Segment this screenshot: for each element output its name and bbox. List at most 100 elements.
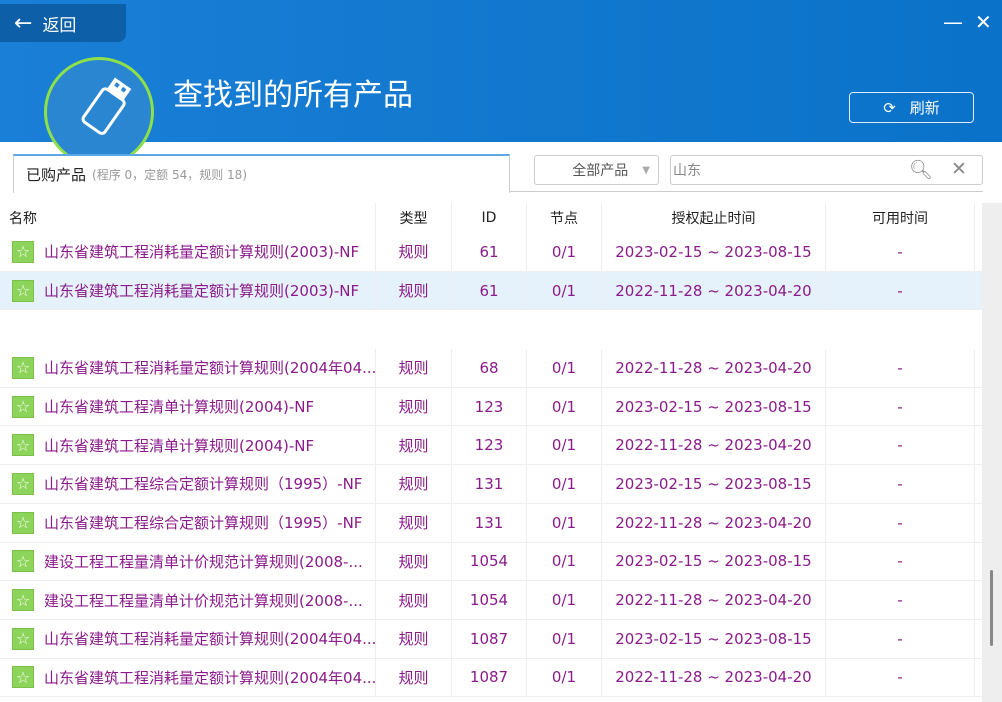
cell-period: 2022-11-28 ~ 2023-04-20 — [602, 426, 826, 465]
star-icon[interactable]: ☆ — [12, 589, 34, 612]
scrollbar[interactable] — [982, 203, 1002, 702]
cell-type: 规则 — [376, 271, 452, 310]
table-row[interactable]: ☆ 山东省建筑工程消耗量定额计算规则(2003)-NF 规则 61 0/1 202… — [0, 233, 982, 272]
back-button[interactable]: ← 返回 — [0, 4, 126, 42]
cell-available: - — [826, 581, 975, 619]
cell-name: ☆ 山东省建筑工程消耗量定额计算规则(2003)-NF — [0, 271, 376, 310]
table-row[interactable]: ☆ 建设工程工程量清单计价规范计算规则(2008-... 规则 1054 0/1 … — [0, 581, 982, 620]
cell-name: ☆ 山东省建筑工程清单计算规则(2004)-NF — [0, 426, 376, 465]
cell-node: 0/1 — [527, 387, 602, 426]
table-row[interactable]: ☆ 山东省建筑工程综合定额计算规则（1995）-NF 规则 131 0/1 202… — [0, 465, 982, 504]
search-icon[interactable]: 🔍︎ — [909, 158, 933, 181]
cell-id: 1054 — [452, 542, 527, 581]
cell-id: 131 — [452, 503, 527, 542]
product-name: 山东省建筑工程消耗量定额计算规则(2004年04... — [44, 630, 376, 649]
cell-period: 2022-11-28 ~ 2023-04-20 — [602, 349, 826, 387]
cell-id: 1087 — [452, 658, 527, 697]
cell-node: 0/1 — [527, 503, 602, 542]
cell-period: 2023-02-15 ~ 2023-08-15 — [602, 387, 826, 426]
cell-node: 0/1 — [527, 271, 602, 310]
cell-id: 61 — [452, 271, 527, 310]
cell-available: - — [826, 542, 975, 581]
product-filter-dropdown[interactable]: 全部产品 ▼ — [534, 155, 659, 185]
col-name[interactable]: 名称 — [0, 203, 376, 233]
cell-node: 0/1 — [527, 581, 602, 619]
table-header: 名称 类型 ID 节点 授权起止时间 可用时间 — [0, 203, 982, 233]
col-node[interactable]: 节点 — [527, 203, 602, 233]
cell-type: 规则 — [376, 349, 452, 387]
close-button[interactable]: ✕ — [975, 10, 992, 34]
refresh-button[interactable]: ⟳ 刷新 — [849, 92, 974, 123]
cell-period: 2023-02-15 ~ 2023-08-15 — [602, 233, 826, 271]
minimize-button[interactable]: — — [943, 10, 963, 34]
star-icon[interactable]: ☆ — [12, 511, 34, 534]
star-icon[interactable]: ☆ — [12, 356, 34, 379]
cell-type: 规则 — [376, 542, 452, 581]
table-row[interactable]: ☆ 山东省建筑工程消耗量定额计算规则(2004年04... 规则 68 0/1 2… — [0, 349, 982, 388]
star-icon[interactable]: ☆ — [12, 279, 34, 302]
usb-key-logo-icon — [44, 57, 154, 167]
cell-id: 61 — [452, 233, 527, 271]
search-input[interactable] — [673, 157, 893, 183]
product-name: 山东省建筑工程清单计算规则(2004)-NF — [44, 436, 315, 455]
cell-period: 2022-11-28 ~ 2023-04-20 — [602, 503, 826, 542]
tab-purchased-products[interactable]: 已购产品 (程序 0，定额 54，规则 18) — [13, 154, 510, 193]
table-row[interactable]: ☆ 山东省建筑工程消耗量定额计算规则(2004年04... 规则 1087 0/1… — [0, 619, 982, 659]
cell-period: 2023-02-15 ~ 2023-08-15 — [602, 619, 826, 658]
cell-node: 0/1 — [527, 233, 602, 271]
product-name: 山东省建筑工程综合定额计算规则（1995）-NF — [44, 475, 363, 494]
star-icon[interactable]: ☆ — [12, 627, 34, 650]
tab-counts: (程序 0，定额 54，规则 18) — [92, 168, 247, 182]
cell-period: 2023-02-15 ~ 2023-08-15 — [602, 465, 826, 503]
star-icon[interactable]: ☆ — [12, 550, 34, 573]
empty-row — [0, 310, 982, 349]
cell-node: 0/1 — [527, 542, 602, 581]
product-name: 山东省建筑工程清单计算规则(2004)-NF — [44, 398, 315, 417]
cell-id: 123 — [452, 387, 527, 426]
col-type[interactable]: 类型 — [376, 203, 452, 233]
cell-name: ☆ 山东省建筑工程消耗量定额计算规则(2004年04... — [0, 619, 376, 658]
table-row[interactable]: ☆ 山东省建筑工程清单计算规则(2004)-NF 规则 123 0/1 2023-… — [0, 387, 982, 427]
cell-type: 规则 — [376, 581, 452, 619]
cell-name: ☆ 山东省建筑工程消耗量定额计算规则(2004年04... — [0, 658, 376, 697]
star-icon[interactable]: ☆ — [12, 395, 34, 418]
cell-available: - — [826, 349, 975, 387]
search-box: 🔍︎ ✕ — [670, 155, 983, 185]
table-row[interactable]: ☆ 山东省建筑工程综合定额计算规则（1995）-NF 规则 131 0/1 202… — [0, 503, 982, 543]
cell-name: ☆ 建设工程工程量清单计价规范计算规则(2008-... — [0, 581, 376, 619]
cell-type: 规则 — [376, 426, 452, 465]
scrollbar-thumb[interactable] — [990, 570, 993, 646]
cell-id: 1087 — [452, 619, 527, 658]
product-table: 名称 类型 ID 节点 授权起止时间 可用时间 ☆ 山东省建筑工程消耗量定额计算规… — [0, 203, 982, 698]
table-row[interactable]: ☆ 山东省建筑工程消耗量定额计算规则(2003)-NF 规则 61 0/1 202… — [0, 271, 982, 311]
cell-name: ☆ 山东省建筑工程消耗量定额计算规则(2004年04... — [0, 349, 376, 387]
cell-name: ☆ 山东省建筑工程清单计算规则(2004)-NF — [0, 387, 376, 426]
cell-available: - — [826, 426, 975, 465]
star-icon[interactable]: ☆ — [12, 666, 34, 689]
cell-available: - — [826, 619, 975, 658]
table-row[interactable]: ☆ 山东省建筑工程清单计算规则(2004)-NF 规则 123 0/1 2022-… — [0, 426, 982, 466]
star-icon[interactable]: ☆ — [12, 240, 34, 263]
table-row[interactable]: ☆ 建设工程工程量清单计价规范计算规则(2008-... 规则 1054 0/1 … — [0, 542, 982, 582]
cell-available: - — [826, 658, 975, 697]
star-icon[interactable]: ☆ — [12, 472, 34, 495]
col-available[interactable]: 可用时间 — [826, 203, 975, 233]
star-icon[interactable]: ☆ — [12, 434, 34, 457]
col-id[interactable]: ID — [452, 203, 527, 233]
cell-available: - — [826, 271, 975, 310]
product-name: 山东省建筑工程消耗量定额计算规则(2004年04... — [44, 359, 376, 378]
cell-id: 68 — [452, 349, 527, 387]
cell-node: 0/1 — [527, 465, 602, 503]
cell-type: 规则 — [376, 465, 452, 503]
refresh-icon: ⟳ — [883, 98, 896, 117]
col-period[interactable]: 授权起止时间 — [602, 203, 826, 233]
clear-icon[interactable]: ✕ — [951, 158, 967, 180]
cell-name: ☆ 建设工程工程量清单计价规范计算规则(2008-... — [0, 542, 376, 581]
cell-type: 规则 — [376, 233, 452, 271]
table-row[interactable]: ☆ 山东省建筑工程消耗量定额计算规则(2004年04... 规则 1087 0/1… — [0, 658, 982, 698]
product-name: 山东省建筑工程消耗量定额计算规则(2003)-NF — [44, 243, 360, 262]
cell-type: 规则 — [376, 387, 452, 426]
cell-type: 规则 — [376, 503, 452, 542]
cell-period: 2022-11-28 ~ 2023-04-20 — [602, 658, 826, 697]
page-title: 查找到的所有产品 — [173, 78, 413, 113]
